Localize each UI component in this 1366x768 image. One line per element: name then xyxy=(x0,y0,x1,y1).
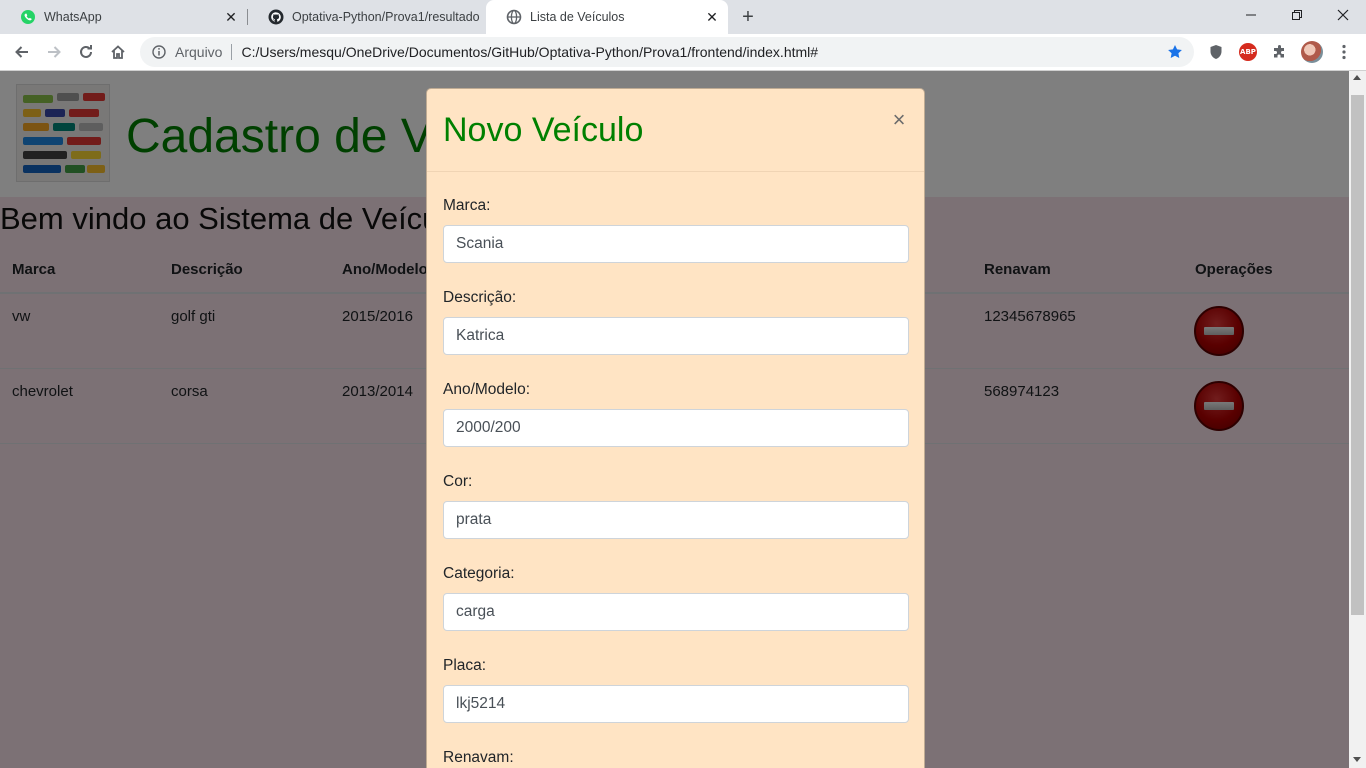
label-renavam: Renavam: xyxy=(443,749,514,766)
close-modal-button[interactable]: × xyxy=(889,107,909,132)
label-ano-modelo: Ano/Modelo: xyxy=(443,381,531,398)
whatsapp-icon xyxy=(20,9,36,25)
tab-title: Optativa-Python/Prova1/resultado xyxy=(292,10,480,24)
tab-whatsapp[interactable]: WhatsApp ✕ xyxy=(0,0,247,34)
address-bar[interactable]: Arquivo C:/Users/mesqu/OneDrive/Document… xyxy=(140,37,1194,67)
address-scheme: Arquivo xyxy=(175,44,223,60)
close-window-icon[interactable] xyxy=(1320,0,1366,30)
scroll-down-arrow-icon[interactable] xyxy=(1353,757,1361,762)
browser-tab-strip: WhatsApp ✕ Optativa-Python/Prova1/result… xyxy=(0,0,1366,34)
descricao-input[interactable] xyxy=(443,317,909,355)
label-descricao: Descrição: xyxy=(443,289,517,306)
info-icon[interactable] xyxy=(151,44,167,60)
categoria-input[interactable] xyxy=(443,593,909,631)
page-scrollbar[interactable] xyxy=(1349,71,1366,768)
address-url[interactable]: C:/Users/mesqu/OneDrive/Documentos/GitHu… xyxy=(241,44,1165,60)
puzzle-extensions-icon[interactable] xyxy=(1269,41,1291,63)
adblock-extension-icon[interactable]: ABP xyxy=(1237,41,1259,63)
page-viewport: Cadastro de Veículos Bem vindo ao Sistem… xyxy=(0,71,1349,768)
cor-input[interactable] xyxy=(443,501,909,539)
scroll-up-arrow-icon[interactable] xyxy=(1353,75,1361,80)
profile-avatar[interactable] xyxy=(1301,41,1323,63)
bookmark-star-icon[interactable] xyxy=(1165,42,1185,62)
github-icon xyxy=(268,9,284,25)
ano-modelo-input[interactable] xyxy=(443,409,909,447)
tab-lista-veiculos[interactable]: Lista de Veículos ✕ xyxy=(486,0,728,34)
new-tab-button[interactable]: + xyxy=(736,5,760,29)
kebab-menu-icon[interactable] xyxy=(1333,41,1355,63)
new-vehicle-modal: Novo Veículo × Marca: Descrição: Ano/Mod… xyxy=(426,88,925,768)
home-icon[interactable] xyxy=(104,38,132,66)
modal-title: Novo Veículo xyxy=(443,111,644,149)
label-placa: Placa: xyxy=(443,657,487,674)
reload-icon[interactable] xyxy=(72,38,100,66)
tab-title: Lista de Veículos xyxy=(530,10,625,24)
tab-github[interactable]: Optativa-Python/Prova1/resultado xyxy=(248,0,486,34)
address-divider xyxy=(231,44,233,60)
close-tab-icon[interactable]: ✕ xyxy=(704,9,720,25)
globe-icon xyxy=(506,9,522,25)
scrollbar-thumb[interactable] xyxy=(1351,95,1364,615)
placa-input[interactable] xyxy=(443,685,909,723)
forward-arrow-icon[interactable] xyxy=(40,38,68,66)
label-marca: Marca: xyxy=(443,197,491,214)
label-categoria: Categoria: xyxy=(443,565,515,582)
marca-input[interactable] xyxy=(443,225,909,263)
close-tab-icon[interactable]: ✕ xyxy=(223,9,239,25)
tab-title: WhatsApp xyxy=(44,10,102,24)
shield-extension-icon[interactable] xyxy=(1205,41,1227,63)
browser-toolbar: Arquivo C:/Users/mesqu/OneDrive/Document… xyxy=(0,34,1366,71)
label-cor: Cor: xyxy=(443,473,473,490)
minimize-window-icon[interactable] xyxy=(1228,0,1274,30)
back-arrow-icon[interactable] xyxy=(8,38,36,66)
restore-window-icon[interactable] xyxy=(1274,0,1320,30)
modal-header: Novo Veículo × xyxy=(427,89,924,172)
